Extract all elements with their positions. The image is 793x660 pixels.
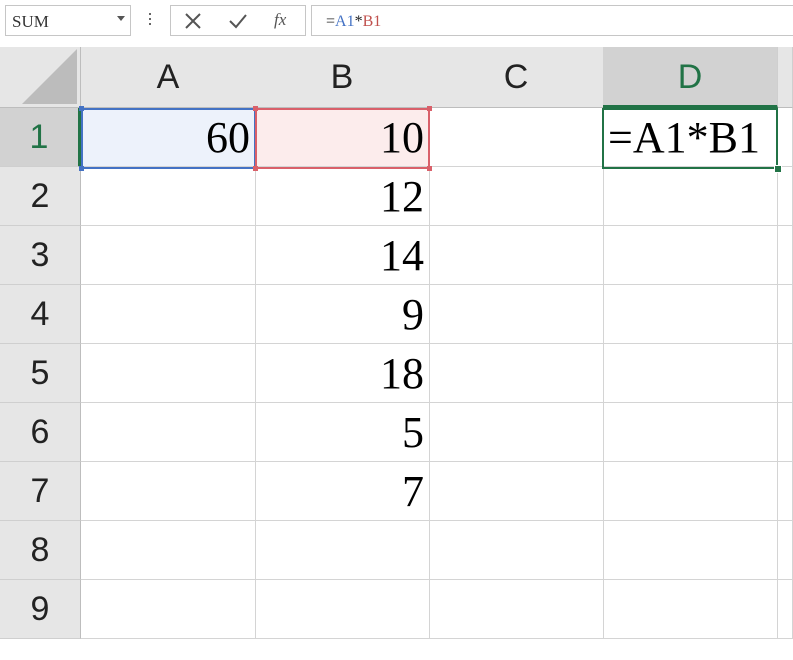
- row-header-7[interactable]: 7: [0, 462, 81, 521]
- cell-e7[interactable]: [778, 462, 793, 521]
- cell-e9[interactable]: [778, 580, 793, 639]
- cell-a1[interactable]: 60: [81, 108, 256, 167]
- cell-d2[interactable]: [603, 167, 778, 226]
- cell-a6[interactable]: [81, 403, 256, 462]
- cell-d9[interactable]: [603, 580, 778, 639]
- column-header-c[interactable]: C: [429, 47, 604, 108]
- check-enter-icon: [229, 14, 247, 29]
- column-header-e[interactable]: [778, 47, 793, 108]
- cell-c9[interactable]: [429, 580, 604, 639]
- row-header-5[interactable]: 5: [0, 344, 81, 403]
- name-box-value: SUM: [12, 12, 49, 31]
- row-header-9[interactable]: 9: [0, 580, 81, 639]
- vertical-dots-icon[interactable]: [149, 13, 152, 27]
- cell-a4[interactable]: [81, 285, 256, 344]
- cell-d5[interactable]: [603, 344, 778, 403]
- row-header-6[interactable]: 6: [0, 403, 81, 462]
- cell-c1[interactable]: [429, 108, 604, 167]
- cell-c5[interactable]: [429, 344, 604, 403]
- column-header-b[interactable]: B: [255, 47, 430, 108]
- cell-c2[interactable]: [429, 167, 604, 226]
- cell-b3[interactable]: 14: [255, 226, 430, 285]
- formula-buttons: fx: [170, 5, 306, 36]
- cell-a7[interactable]: [81, 462, 256, 521]
- cell-a5[interactable]: [81, 344, 256, 403]
- cell-b8[interactable]: [255, 521, 430, 580]
- row-header-8[interactable]: 8: [0, 521, 81, 580]
- cell-e3[interactable]: [778, 226, 793, 285]
- chevron-down-icon[interactable]: [117, 16, 125, 21]
- cell-e4[interactable]: [778, 285, 793, 344]
- fill-handle[interactable]: [774, 165, 782, 173]
- cell-c4[interactable]: [429, 285, 604, 344]
- fx-icon: fx: [274, 10, 287, 29]
- cell-c6[interactable]: [429, 403, 604, 462]
- formula-reference: B1: [362, 13, 382, 30]
- name-box[interactable]: SUM: [5, 5, 131, 36]
- cell-d1[interactable]: =A1*B1: [603, 108, 778, 167]
- cell-a9[interactable]: [81, 580, 256, 639]
- cell-b4[interactable]: 9: [255, 285, 430, 344]
- cell-b6[interactable]: 5: [255, 403, 430, 462]
- cancel-button[interactable]: [181, 9, 205, 33]
- cell-a2[interactable]: [81, 167, 256, 226]
- cell-b7[interactable]: 7: [255, 462, 430, 521]
- cell-d8[interactable]: [603, 521, 778, 580]
- cell-a8[interactable]: [81, 521, 256, 580]
- cell-d4[interactable]: [603, 285, 778, 344]
- cell-e8[interactable]: [778, 521, 793, 580]
- formula-input[interactable]: =A1*B1: [311, 5, 793, 36]
- row-header-2[interactable]: 2: [0, 167, 81, 226]
- column-header-d[interactable]: D: [603, 47, 778, 108]
- cell-d3[interactable]: [603, 226, 778, 285]
- cell-c7[interactable]: [429, 462, 604, 521]
- cell-c3[interactable]: [429, 226, 604, 285]
- insert-function-button[interactable]: fx: [271, 9, 295, 33]
- cell-e6[interactable]: [778, 403, 793, 462]
- row-header-1[interactable]: 1: [0, 108, 81, 167]
- formula-text: =A1*B1: [326, 13, 381, 31]
- cell-e2[interactable]: [778, 167, 793, 226]
- x-cancel-icon: [185, 13, 201, 29]
- formula-operator: *: [354, 13, 363, 30]
- cell-a3[interactable]: [81, 226, 256, 285]
- cell-d7[interactable]: [603, 462, 778, 521]
- cell-b9[interactable]: [255, 580, 430, 639]
- cell-e1[interactable]: [778, 108, 793, 167]
- cell-b2[interactable]: 12: [255, 167, 430, 226]
- cell-b5[interactable]: 18: [255, 344, 430, 403]
- formula-operator: =: [326, 13, 336, 30]
- cell-d6[interactable]: [603, 403, 778, 462]
- cell-b1[interactable]: 10: [255, 108, 430, 167]
- select-all-button[interactable]: [0, 47, 81, 108]
- row-header-4[interactable]: 4: [0, 285, 81, 344]
- formula-bar: SUM fx =A1*B1: [0, 0, 793, 47]
- formula-reference: A1: [335, 13, 355, 30]
- cell-c8[interactable]: [429, 521, 604, 580]
- cell-e5[interactable]: [778, 344, 793, 403]
- enter-button[interactable]: [226, 9, 250, 33]
- column-header-a[interactable]: A: [81, 47, 256, 108]
- row-header-3[interactable]: 3: [0, 226, 81, 285]
